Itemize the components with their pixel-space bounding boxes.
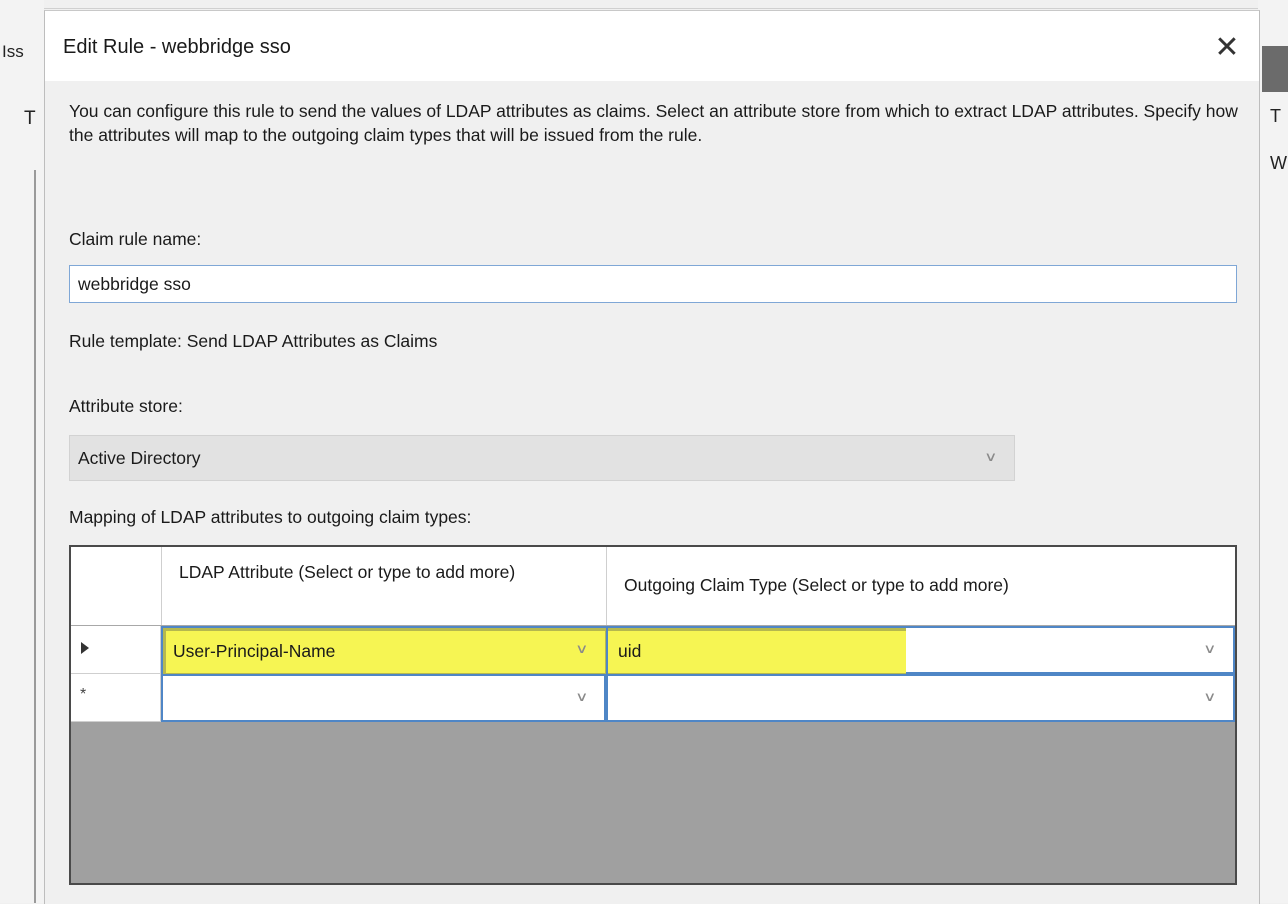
ldap-attribute-cell[interactable]: User-Principal-Name ∨ <box>161 626 608 676</box>
background-label: T <box>1270 106 1281 126</box>
row-selector-header <box>71 547 162 625</box>
chevron-down-icon[interactable]: ∨ <box>575 641 588 657</box>
column-header-label: LDAP Attribute (Select or type to add mo… <box>179 562 516 582</box>
chevron-down-icon[interactable]: ∨ <box>1203 689 1216 705</box>
outgoing-claim-type-cell[interactable]: ∨ <box>606 674 1235 722</box>
row-selector[interactable]: * <box>71 674 161 722</box>
background-window-left <box>0 0 44 903</box>
grid-header: LDAP Attribute (Select or type to add mo… <box>71 547 1235 626</box>
highlight <box>608 628 906 676</box>
column-header-label: Outgoing Claim Type (Select or type to a… <box>624 575 1009 595</box>
outgoing-claim-type-column-header[interactable]: Outgoing Claim Type (Select or type to a… <box>606 547 1235 625</box>
background-divider <box>44 8 1258 9</box>
background-label: Iss <box>2 42 24 61</box>
outgoing-claim-type-cell[interactable]: uid ∨ <box>606 626 1235 676</box>
ldap-mapping-grid: LDAP Attribute (Select or type to add mo… <box>69 545 1237 885</box>
chevron-down-icon[interactable]: ∨ <box>1203 641 1216 657</box>
row-selector[interactable] <box>71 626 161 674</box>
new-row-icon: * <box>80 686 87 703</box>
close-button[interactable]: ✕ <box>1205 27 1249 67</box>
attribute-store-value: Active Directory <box>78 448 201 468</box>
background-divider <box>34 170 36 903</box>
attribute-store-label: Attribute store: <box>69 396 183 416</box>
outgoing-claim-type-value: uid <box>618 641 642 661</box>
rule-template-text: Rule template: Send LDAP Attributes as C… <box>69 331 438 351</box>
chevron-down-icon[interactable]: ∨ <box>575 689 588 705</box>
table-row: * ∨ ∨ <box>71 674 1235 722</box>
ldap-attribute-cell[interactable]: ∨ <box>161 674 606 722</box>
dialog-title: Edit Rule - webbridge sso <box>63 36 291 58</box>
claim-rule-name-label: Claim rule name: <box>69 229 202 249</box>
mapping-label: Mapping of LDAP attributes to outgoing c… <box>69 507 472 527</box>
table-row: User-Principal-Name ∨ uid ∨ <box>71 626 1235 676</box>
close-icon: ✕ <box>1214 30 1240 64</box>
dialog-titlebar: Edit Rule - webbridge sso ✕ <box>45 11 1259 81</box>
edit-rule-dialog: Edit Rule - webbridge sso ✕ You can conf… <box>44 10 1260 904</box>
attribute-store-select[interactable]: Active Directory ∨ <box>69 435 1015 481</box>
current-row-pointer-icon <box>81 642 89 654</box>
ldap-attribute-column-header[interactable]: LDAP Attribute (Select or type to add mo… <box>161 547 607 625</box>
background-panel <box>1262 46 1288 92</box>
ldap-attribute-value: User-Principal-Name <box>173 641 336 661</box>
claim-rule-name-input[interactable] <box>69 265 1237 303</box>
chevron-down-icon: ∨ <box>984 449 998 464</box>
rule-description: You can configure this rule to send the … <box>69 101 1238 145</box>
background-label: T <box>24 108 36 129</box>
background-label: W <box>1270 153 1287 173</box>
background-window-right <box>1258 0 1288 903</box>
